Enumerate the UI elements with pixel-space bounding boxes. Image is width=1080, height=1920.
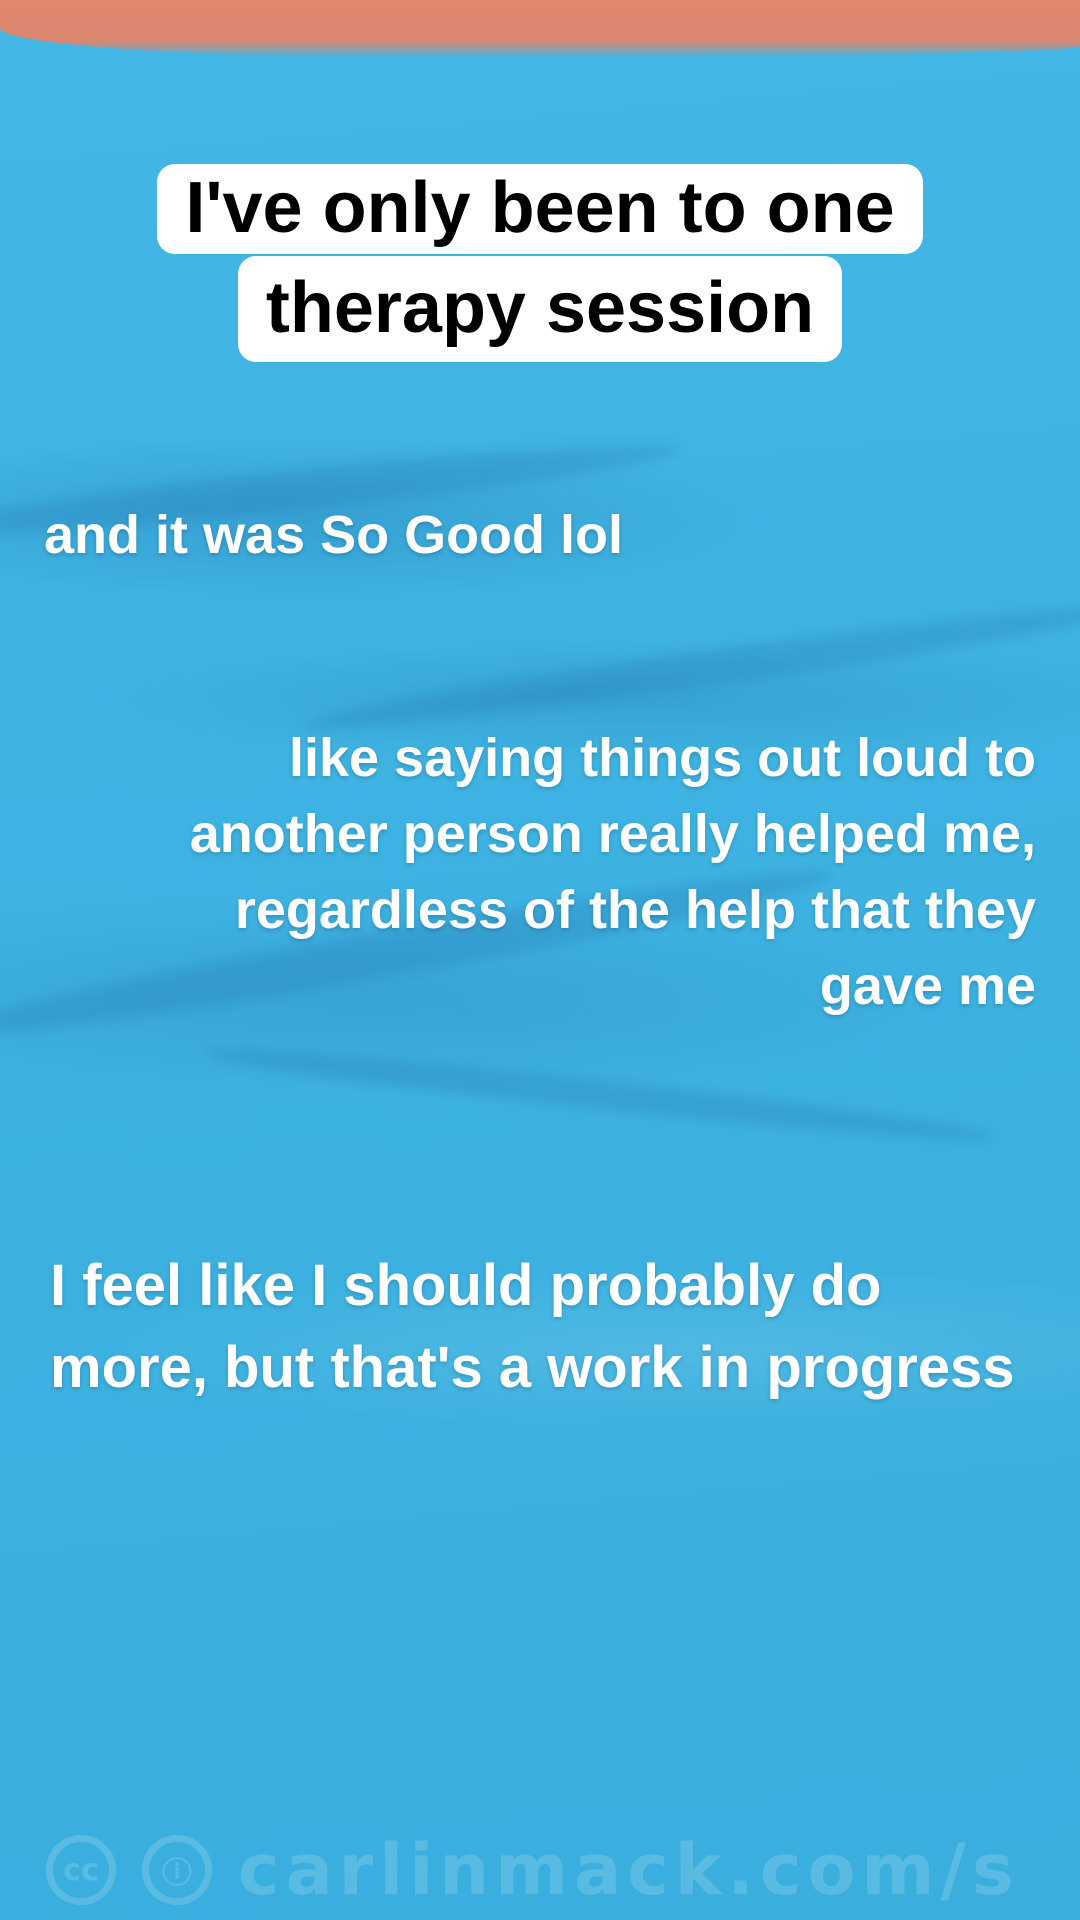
watermark: cc ⓘ carlinmack.com/s <box>46 1820 1020 1920</box>
caption-line-2: therapy session <box>237 256 843 362</box>
attribution-icon: ⓘ <box>142 1835 212 1905</box>
watermark-url: carlinmack.com/s <box>238 1829 1020 1911</box>
orange-top-band <box>0 0 1080 58</box>
caption-line-1: I've only been to one <box>157 164 923 254</box>
cc-license-icon: cc <box>46 1835 116 1905</box>
story-text-so-good: and it was So Good lol <box>44 505 624 565</box>
story-text-saying-things: like saying things out loud to another p… <box>189 728 1036 1016</box>
caption-highlight: I've only been to one therapy session <box>0 160 1080 362</box>
story-text-work-in-progress: I feel like I should probably do more, b… <box>50 1253 1015 1400</box>
